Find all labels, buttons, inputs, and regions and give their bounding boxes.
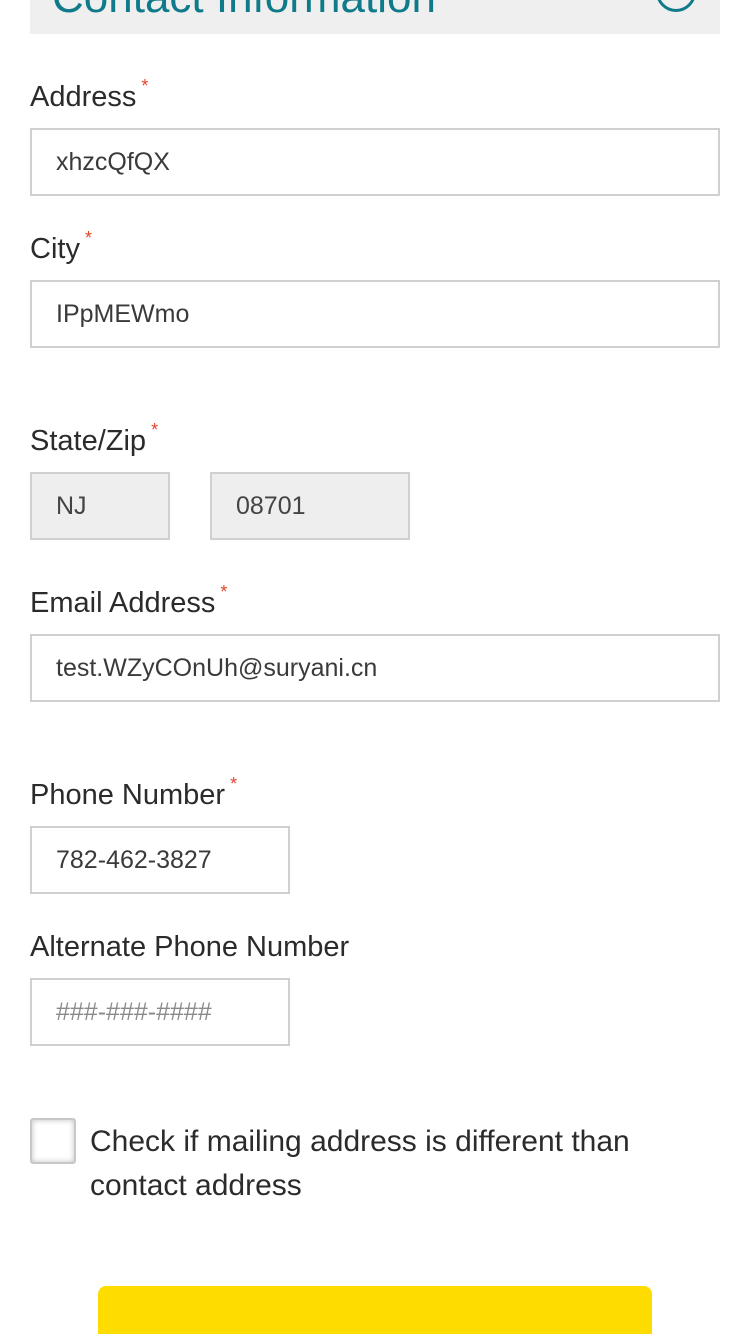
phone-label-text: Phone Number — [30, 779, 226, 811]
state-zip-label-text: State/Zip — [30, 425, 147, 457]
city-label: City * — [30, 228, 92, 269]
email-input[interactable] — [30, 634, 720, 702]
mailing-address-checkbox[interactable] — [30, 1118, 76, 1164]
state-input — [30, 472, 170, 540]
state-zip-label: State/Zip * — [30, 420, 158, 461]
email-label-text: Email Address — [30, 587, 216, 619]
phone-input[interactable] — [30, 826, 290, 894]
city-label-text: City — [30, 233, 80, 265]
contact-form-page: Contact Information Address* City* State… — [0, 0, 750, 1334]
address-input[interactable] — [30, 128, 720, 196]
required-asterisk: * — [151, 420, 159, 440]
alt-phone-input[interactable] — [30, 978, 290, 1046]
mailing-address-checkbox-label[interactable]: Check if mailing address is different th… — [90, 1120, 710, 1208]
alt-phone-label: Alternate Phone Number — [30, 930, 349, 964]
section-header[interactable]: Contact Information — [30, 0, 720, 34]
phone-label: Phone Number * — [30, 774, 237, 815]
address-label: Address * — [30, 76, 148, 117]
section-title: Contact Information — [52, 0, 436, 20]
address-label-text: Address — [30, 81, 137, 113]
email-label: Email Address * — [30, 582, 227, 623]
required-asterisk: * — [84, 228, 92, 248]
collapse-toggle-icon[interactable] — [656, 0, 696, 12]
required-asterisk: * — [220, 582, 228, 602]
required-asterisk: * — [230, 774, 238, 794]
alt-phone-label-text: Alternate Phone Number — [30, 931, 350, 963]
city-input[interactable] — [30, 280, 720, 348]
required-asterisk: * — [141, 76, 149, 96]
submit-button[interactable] — [98, 1286, 652, 1334]
zip-input — [210, 472, 410, 540]
